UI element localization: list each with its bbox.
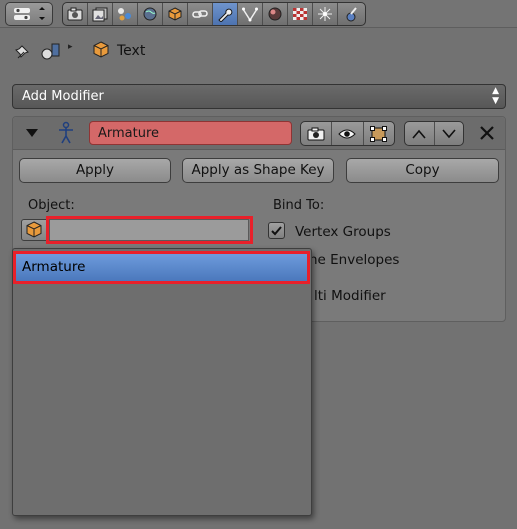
modifier-name-field[interactable]: Armature — [89, 121, 292, 145]
close-icon[interactable] — [478, 124, 496, 142]
tab-constraints[interactable] — [188, 3, 213, 25]
move-buttons — [404, 121, 464, 146]
tab-texture[interactable] — [288, 3, 313, 25]
tab-material[interactable] — [263, 3, 288, 25]
particles-icon — [318, 7, 332, 21]
move-up-icon — [412, 129, 426, 139]
material-icon — [268, 7, 282, 21]
tab-world[interactable] — [138, 3, 163, 25]
object-icon — [168, 7, 182, 21]
render-toggle[interactable] — [301, 122, 333, 145]
object-data-icon — [41, 43, 60, 60]
viewport-toggle[interactable] — [332, 122, 364, 145]
checkmark-icon — [271, 226, 282, 236]
context-tabs — [62, 2, 366, 26]
breadcrumb-separator-icon: ▸ — [68, 42, 73, 52]
tab-data[interactable] — [238, 3, 263, 25]
breadcrumb: ▸ Text — [0, 36, 517, 66]
visibility-toggles — [300, 121, 395, 146]
render-icon — [67, 7, 83, 21]
apply-as-shape-key-button[interactable]: Apply as Shape Key — [182, 158, 334, 183]
editmode-icon — [369, 125, 387, 142]
bind-to-label: Bind To: — [273, 198, 325, 213]
move-up-button[interactable] — [405, 122, 435, 145]
properties-header — [0, 0, 517, 28]
armature-icon — [59, 121, 73, 144]
world-icon — [143, 7, 157, 21]
vertex-groups-label: Vertex Groups — [295, 224, 391, 240]
scene-icon — [118, 8, 131, 21]
vertex-groups-checkbox[interactable] — [268, 222, 285, 239]
object-icon — [93, 41, 109, 58]
apply-button[interactable]: Apply — [19, 158, 171, 183]
texture-icon — [293, 8, 307, 20]
collapse-triangle-icon[interactable] — [24, 126, 40, 140]
add-modifier-label: Add Modifier — [22, 89, 104, 104]
tab-render-layers[interactable] — [88, 3, 113, 25]
eye-icon — [338, 129, 357, 138]
editmode-toggle[interactable] — [364, 122, 394, 145]
object-icon — [26, 221, 42, 238]
tab-modifiers[interactable] — [213, 3, 238, 25]
breadcrumb-object-name: Text — [117, 43, 146, 59]
up-down-arrows-icon: ▲ ▼ — [492, 86, 499, 106]
modifier-name-text: Armature — [98, 126, 160, 141]
data-icon — [242, 7, 258, 22]
move-down-icon — [442, 128, 456, 138]
tab-object[interactable] — [163, 3, 188, 25]
modifiers-wrench-icon — [218, 8, 233, 22]
bone-envelopes-label: ne Envelopes — [309, 252, 400, 268]
constraints-icon — [192, 10, 208, 18]
tab-particles[interactable] — [313, 3, 338, 25]
tab-scene[interactable] — [113, 3, 138, 25]
object-label: Object: — [28, 198, 75, 213]
multi-modifier-label: lti Modifier — [314, 288, 386, 304]
pin-icon[interactable] — [12, 40, 36, 62]
tab-physics[interactable] — [338, 3, 363, 25]
camera-icon — [307, 127, 325, 140]
render-layers-icon — [92, 7, 108, 22]
properties-editor-icon — [14, 7, 45, 20]
copy-button[interactable]: Copy — [346, 158, 499, 183]
add-modifier-dropdown[interactable]: Add Modifier ▲ ▼ — [12, 84, 506, 109]
object-field-highlight — [46, 216, 253, 244]
object-type-button — [21, 219, 47, 241]
tab-render[interactable] — [63, 3, 88, 25]
editor-type-button[interactable] — [5, 2, 53, 26]
move-down-button[interactable] — [435, 122, 464, 145]
physics-icon — [346, 7, 357, 22]
object-search-menu — [12, 248, 312, 516]
menu-item-highlight — [13, 251, 310, 284]
